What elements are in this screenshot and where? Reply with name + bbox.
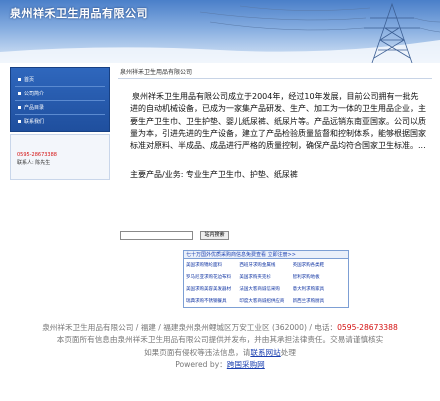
- nav-item-label: 首页: [24, 77, 35, 83]
- nav-menu: 首页 公司简介 产品目录 联系我们: [10, 67, 110, 132]
- footer-report-prefix: 如果页面有侵权等违法信息，请: [144, 347, 251, 357]
- buyer-links-grid: 美国求购锦纶面料 西班牙求购金属线 英国求购各类鞋 罗马尼亚求购花边布料 美国求…: [184, 259, 348, 304]
- footer-address: 泉州祥禾卫生用品有限公司 / 福建 / 福建泉州泉州鲤城区万安工业区 (3620…: [42, 323, 338, 332]
- search-button[interactable]: 站内搜索: [200, 231, 229, 240]
- buyer-link[interactable]: 意大利求购家具: [293, 286, 346, 292]
- footer-report-suffix: 处理: [280, 347, 296, 357]
- footer: 泉州祥禾卫生用品有限公司 / 福建 / 福建泉州泉州鲤城区万安工业区 (3620…: [0, 322, 440, 371]
- buyer-link[interactable]: 美国求购锦纶面料: [186, 262, 239, 268]
- footer-report-line: 如果页面有侵权等违法信息，请联系网站处理: [0, 347, 440, 359]
- powered-by-label: Powered by：: [175, 359, 227, 369]
- nav-item-label: 联系我们: [24, 119, 45, 125]
- contact-box: 0595-28673388 联系人: 陈先生: [10, 134, 110, 180]
- footer-disclaimer: 本页面所有信息由泉州祥禾卫生用品有限公司提供并发布，并由其承担法律责任。交易请谨…: [56, 335, 384, 345]
- bullet-icon: [18, 120, 21, 123]
- contact-site-link[interactable]: 联系网站: [250, 348, 280, 357]
- buyer-link[interactable]: 西班牙求购金属线: [239, 262, 292, 268]
- site-search: 站内搜索: [120, 231, 230, 241]
- nav-item-home[interactable]: 首页: [15, 73, 105, 87]
- bullet-icon: [18, 106, 21, 109]
- nav-item-label: 公司简介: [24, 91, 45, 97]
- nav-item-about[interactable]: 公司简介: [15, 87, 105, 101]
- buyer-link[interactable]: 印度大客商诚招供应商: [239, 298, 292, 304]
- buyer-link[interactable]: 法国大客商诚信采购: [239, 286, 292, 292]
- buyer-link[interactable]: 美国求购夹克衫: [239, 274, 292, 280]
- contact-person: 联系人: 陈先生: [17, 160, 51, 166]
- buyer-links-panel: 七十万国外优质采购商信息免费查看 立即注册>> 美国求购锦纶面料 西班牙求购金属…: [183, 250, 349, 308]
- contact-phone: 0595-28673388: [17, 152, 57, 158]
- buyer-link[interactable]: 瑞典求购不锈钢餐具: [186, 298, 239, 304]
- buyer-link[interactable]: 罗马尼亚求购花边布料: [186, 274, 239, 280]
- breadcrumb: 泉州祥禾卫生用品有限公司: [118, 67, 432, 79]
- nav-item-contact[interactable]: 联系我们: [15, 115, 105, 129]
- main-products: 主要产品/业务: 专业生产卫生巾、护垫、纸尿裤: [130, 170, 298, 180]
- footer-address-line: 泉州祥禾卫生用品有限公司 / 福建 / 福建泉州泉州鲤城区万安工业区 (3620…: [0, 322, 440, 334]
- main-content: 泉州祥禾卫生用品有限公司 泉州祥禾卫生用品有限公司成立于2004年，经过10年发…: [118, 67, 432, 180]
- company-intro: 泉州祥禾卫生用品有限公司成立于2004年，经过10年发展，目前公司拥有一批先进的…: [130, 92, 426, 151]
- left-sidebar: 首页 公司简介 产品目录 联系我们 0595-28673388 联系人: 陈先生: [10, 67, 110, 180]
- buyer-links-header[interactable]: 七十万国外优质采购商信息免费查看 立即注册>>: [184, 251, 348, 259]
- bullet-icon: [18, 78, 21, 81]
- nav-item-products[interactable]: 产品目录: [15, 101, 105, 115]
- search-input[interactable]: [120, 231, 193, 240]
- banner: 泉州祥禾卫生用品有限公司: [0, 0, 440, 63]
- buyer-link[interactable]: 英国求购各类鞋: [293, 262, 346, 268]
- nav-item-label: 产品目录: [24, 105, 45, 111]
- buyer-link[interactable]: 新西兰求购厨具: [293, 298, 346, 304]
- company-title: 泉州祥禾卫生用品有限公司: [10, 7, 148, 20]
- buyer-link[interactable]: 智利求购地板: [293, 274, 346, 280]
- bullet-icon: [18, 92, 21, 95]
- footer-phone: 0595-28673388: [337, 323, 398, 332]
- footer-powered-line: Powered by：跨国采购网: [0, 359, 440, 371]
- powered-by-link[interactable]: 跨国采购网: [227, 360, 265, 369]
- buyer-link[interactable]: 美国求购美容美发器材: [186, 286, 239, 292]
